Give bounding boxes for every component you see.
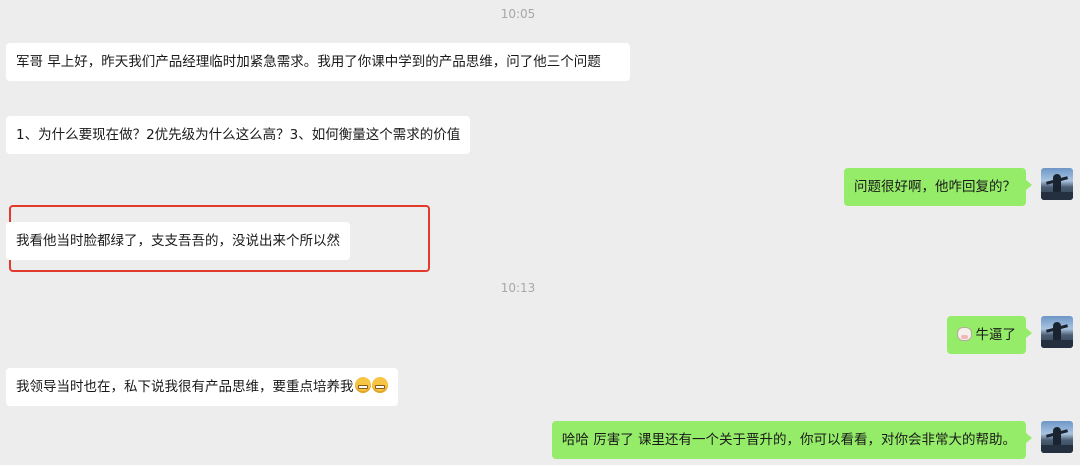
message-bubble[interactable]: 1、为什么要现在做？2优先级为什么这么高？3、如何衡量这个需求的价值 bbox=[6, 116, 471, 154]
grinning-face-icon bbox=[354, 377, 371, 393]
message-text: 1、为什么要现在做？2优先级为什么这么高？3、如何衡量这个需求的价值 bbox=[16, 127, 461, 143]
avatar[interactable] bbox=[1041, 316, 1073, 348]
avatar[interactable] bbox=[1041, 421, 1073, 453]
message-text: 哈哈 厉害了 课里还有一个关于晋升的，你可以看看，对你会非常大的帮助。 bbox=[561, 432, 1016, 448]
message-bubble[interactable]: 我看他当时脸都绿了，支支吾吾的，没说出来个所以然 bbox=[6, 222, 350, 260]
timestamp: 10:13 bbox=[500, 281, 536, 295]
message-bubble[interactable]: 牛逼了 bbox=[946, 316, 1032, 354]
message-bubble[interactable]: 我领导当时也在，私下说我很有产品思维，要重点培养我 bbox=[6, 368, 398, 406]
message-text: 问题很好啊，他咋回复的？ bbox=[854, 179, 1016, 195]
timestamp: 10:05 bbox=[500, 7, 536, 21]
avatar[interactable] bbox=[1041, 168, 1073, 200]
message-text: 我领导当时也在，私下说我很有产品思维，要重点培养我 bbox=[16, 379, 354, 395]
message-bubble[interactable]: 哈哈 厉害了 课里还有一个关于晋升的，你可以看看，对你会非常大的帮助。 bbox=[551, 421, 1033, 459]
grinning-face-icon bbox=[371, 377, 388, 393]
message-text: 军哥 早上好，昨天我们产品经理临时加紧急需求。我用了你课中学到的产品思维，问了他… bbox=[16, 54, 601, 70]
message-text: 牛逼了 bbox=[975, 327, 1017, 343]
message-bubble[interactable]: 军哥 早上好，昨天我们产品经理临时加紧急需求。我用了你课中学到的产品思维，问了他… bbox=[6, 43, 630, 81]
message-text: 我看他当时脸都绿了，支支吾吾的，没说出来个所以然 bbox=[16, 233, 340, 249]
cow-face-icon bbox=[956, 327, 972, 341]
message-bubble[interactable]: 问题很好啊，他咋回复的？ bbox=[844, 168, 1032, 206]
